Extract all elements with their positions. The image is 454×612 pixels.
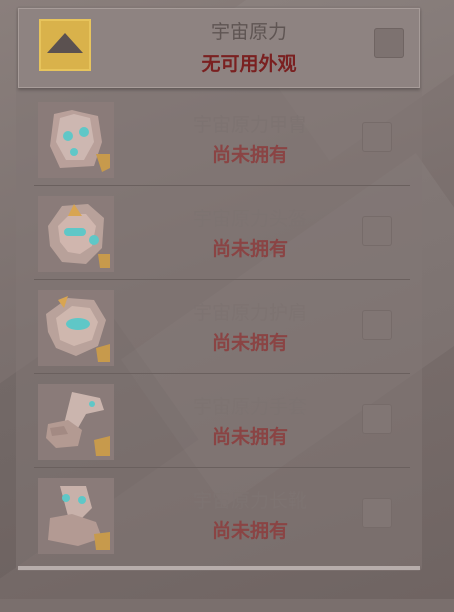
list-item[interactable]: 宇宙原力头盔 尚未拥有 — [30, 186, 410, 280]
item-list: 宇宙原力甲胄 尚未拥有 宇宙原力头盔 尚未拥有 宇宙原力护肩 尚未拥有 宇宙原力… — [30, 92, 410, 562]
item-checkbox[interactable] — [362, 216, 392, 246]
item-status: 尚未拥有 — [211, 238, 288, 260]
set-title: 宇宙原力 — [210, 21, 287, 43]
list-item[interactable]: 宇宙原力长靴 尚未拥有 — [30, 468, 410, 562]
item-status: 尚未拥有 — [211, 332, 288, 354]
list-item[interactable]: 宇宙原力甲胄 尚未拥有 — [30, 92, 410, 186]
scrollbar[interactable] — [18, 566, 420, 570]
item-name: 宇宙原力甲胄 — [192, 114, 307, 136]
list-item[interactable]: 宇宙原力手套 尚未拥有 — [30, 374, 410, 468]
list-item[interactable]: 宇宙原力护肩 尚未拥有 — [30, 280, 410, 374]
collapse-toggle-button[interactable] — [39, 19, 91, 71]
chest-armor-icon — [38, 102, 114, 178]
set-checkbox[interactable] — [374, 28, 404, 58]
set-header: 宇宙原力 无可用外观 — [18, 8, 420, 88]
item-name: 宇宙原力头盔 — [192, 208, 307, 230]
item-status: 尚未拥有 — [211, 426, 288, 448]
set-status: 无可用外观 — [201, 53, 297, 75]
triangle-up-icon — [47, 33, 83, 53]
item-name: 宇宙原力手套 — [192, 396, 307, 418]
item-checkbox[interactable] — [362, 498, 392, 528]
shoulder-guard-icon — [38, 290, 114, 366]
item-name: 宇宙原力长靴 — [192, 490, 307, 512]
helmet-icon — [38, 196, 114, 272]
item-checkbox[interactable] — [362, 310, 392, 340]
item-checkbox[interactable] — [362, 404, 392, 434]
item-status: 尚未拥有 — [211, 144, 288, 166]
item-checkbox[interactable] — [362, 122, 392, 152]
item-name: 宇宙原力护肩 — [192, 302, 307, 324]
item-status: 尚未拥有 — [211, 520, 288, 542]
boots-icon — [38, 478, 114, 554]
gauntlet-icon — [38, 384, 114, 460]
